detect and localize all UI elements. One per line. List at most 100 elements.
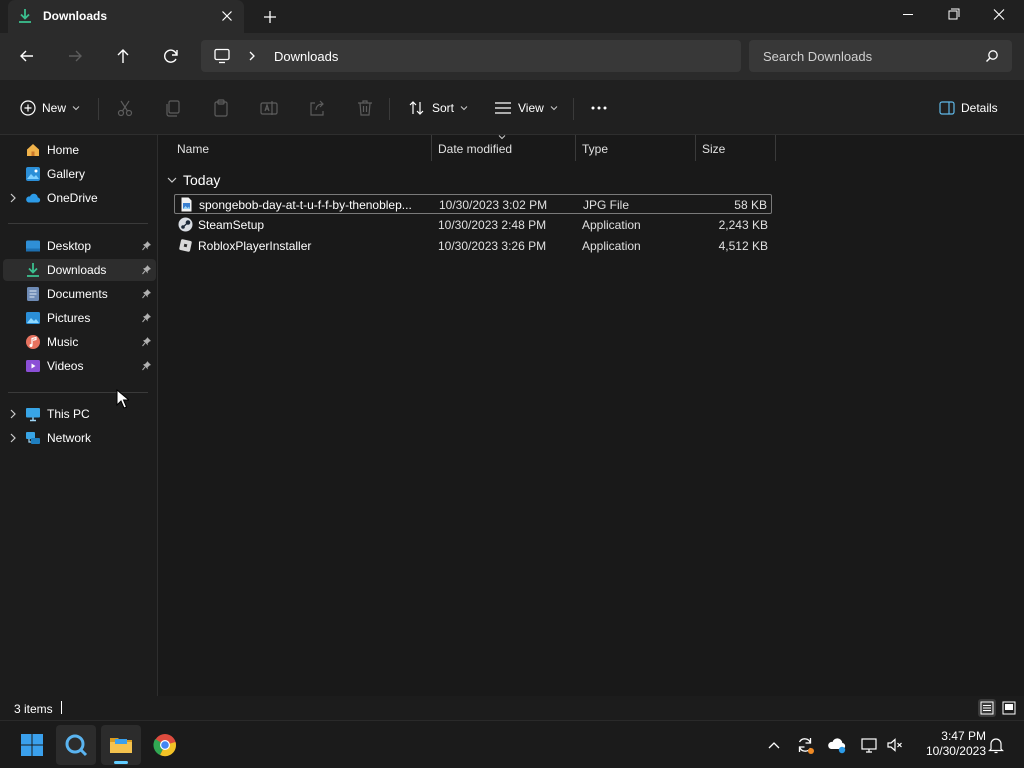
delete-icon[interactable] [355,98,375,118]
sidebar-item-desktop[interactable]: Desktop [3,235,156,257]
rename-icon[interactable] [259,98,279,118]
pin-icon [142,336,152,347]
file-type: JPG File [583,198,630,212]
close-button[interactable] [976,0,1022,30]
sort-button[interactable]: Sort [408,96,468,120]
file-type: Application [582,218,641,232]
chevron-right-icon[interactable] [247,50,257,62]
command-bar: New Sort View Details [0,80,1024,135]
file-list: Name Date modified Type Size Today spong… [159,135,1024,696]
mouse-pointer-icon [116,389,129,409]
network-tray-icon[interactable] [859,735,879,755]
pin-icon [142,288,152,299]
sidebar-divider [8,223,148,224]
forward-button[interactable] [60,43,90,69]
sidebar-item-this-pc[interactable]: This PC [3,403,156,425]
chrome-taskbar-button[interactable] [145,725,185,765]
sync-icon[interactable] [795,735,815,755]
onedrive-tray-icon[interactable] [827,735,847,755]
details-label: Details [961,101,998,115]
search-taskbar-button[interactable] [56,725,96,765]
sidebar-item-documents[interactable]: Documents [3,283,156,305]
navigation-bar: Downloads Search Downloads [0,33,1024,80]
new-label: New [42,101,67,115]
file-row[interactable]: spongebob-day-at-t-u-f-f-by-thenoblep...… [174,194,772,214]
tab-close-button[interactable] [216,6,238,26]
copy-icon[interactable] [163,98,183,118]
file-date: 10/30/2023 3:26 PM [438,239,547,253]
search-icon [985,49,999,63]
sidebar-item-label: Downloads [47,263,107,277]
downloads-icon [17,8,33,24]
details-button[interactable]: Details [939,96,998,120]
view-button[interactable]: View [494,96,558,120]
onedrive-icon [25,190,41,206]
column-header-label: Type [582,142,609,156]
file-explorer-taskbar-button[interactable] [101,725,141,765]
more-options-icon[interactable] [589,98,609,118]
column-header-size[interactable]: Size [696,135,775,161]
divider [389,98,390,120]
sidebar-item-label: Videos [47,359,84,373]
column-header-name[interactable]: Name [171,135,431,161]
minimize-button[interactable] [885,0,931,30]
search-input[interactable]: Search Downloads [763,49,872,64]
sidebar-item-videos[interactable]: Videos [3,355,156,377]
show-hidden-icons-chevron-icon[interactable] [764,735,784,755]
clock-date: 10/30/2023 [925,744,986,758]
column-header-date[interactable]: Date modified [432,135,575,161]
restore-button[interactable] [931,0,977,30]
sidebar-item-network[interactable]: Network [3,427,156,449]
new-button[interactable]: New [20,96,80,120]
details-pane-icon [939,101,955,115]
file-row[interactable]: RobloxPlayerInstaller 10/30/2023 3:26 PM… [174,236,772,256]
file-size: 2,243 KB [718,218,768,232]
clock[interactable]: 3:47 PM 10/30/2023 [914,729,986,759]
sidebar-item-music[interactable]: Music [3,331,156,353]
chevron-down-icon [460,105,468,111]
this-pc-icon [213,48,231,64]
title-bar: Downloads [0,0,1024,33]
pictures-icon [25,310,41,326]
group-header-today[interactable]: Today [167,170,220,190]
volume-muted-icon[interactable] [885,735,905,755]
sidebar-item-label: OneDrive [47,191,98,205]
large-icons-view-button[interactable] [1000,699,1018,717]
sort-label: Sort [432,101,455,115]
network-icon [25,430,41,446]
column-header-type[interactable]: Type [576,135,695,161]
sidebar-item-gallery[interactable]: Gallery [3,163,156,185]
chevron-right-icon[interactable] [9,193,17,203]
divider [98,98,99,120]
share-icon[interactable] [307,98,327,118]
details-view-button[interactable] [978,699,996,717]
up-button[interactable] [108,43,138,69]
chevron-right-icon[interactable] [9,433,17,443]
plus-circle-icon [20,100,36,116]
sidebar-item-downloads[interactable]: Downloads [3,259,156,281]
sidebar-item-onedrive[interactable]: OneDrive [3,187,156,209]
start-button[interactable] [12,725,52,765]
breadcrumb[interactable]: Downloads [274,49,338,64]
address-bar[interactable]: Downloads [201,40,741,72]
file-row[interactable]: SteamSetup 10/30/2023 2:48 PM Applicatio… [174,215,772,235]
tab-downloads[interactable]: Downloads [8,0,244,33]
sidebar-item-pictures[interactable]: Pictures [3,307,156,329]
search-box[interactable]: Search Downloads [749,40,1012,72]
back-button[interactable] [12,43,42,69]
file-name: RobloxPlayerInstaller [198,239,312,253]
sort-icon [408,100,426,116]
new-tab-button[interactable] [258,6,282,28]
file-date: 10/30/2023 3:02 PM [439,198,548,212]
paste-icon[interactable] [211,98,231,118]
column-divider[interactable] [775,135,776,161]
refresh-button[interactable] [156,43,186,69]
cut-icon[interactable] [115,98,135,118]
sidebar-item-label: This PC [47,407,90,421]
notifications-bell-icon[interactable] [986,735,1006,755]
sidebar-item-home[interactable]: Home [3,139,156,161]
roblox-icon [178,238,193,253]
chevron-right-icon[interactable] [9,409,17,419]
sidebar-item-label: Home [47,143,80,157]
column-header-label: Name [177,142,210,156]
